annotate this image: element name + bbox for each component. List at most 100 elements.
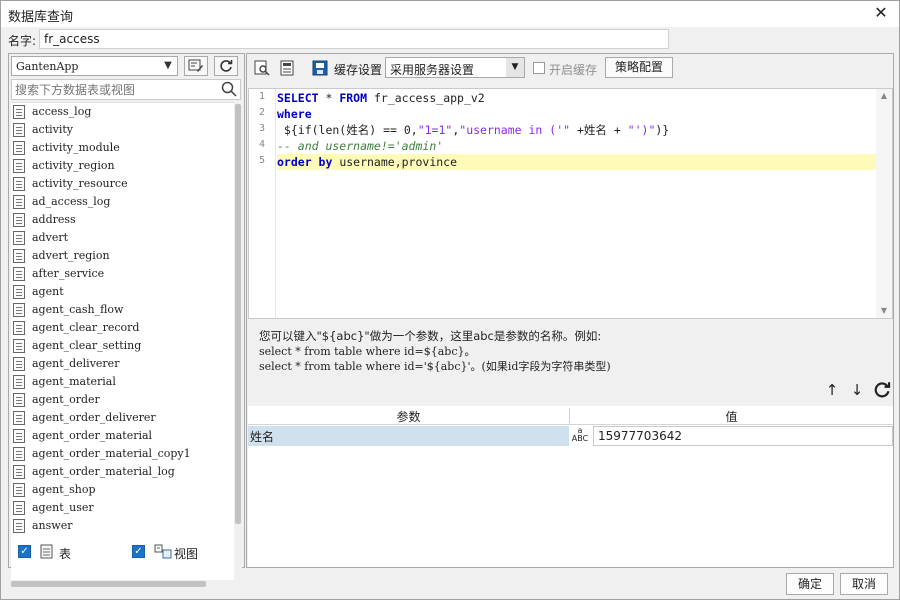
views-label: 视图 [174, 547, 199, 561]
table-list-item[interactable]: activity_region [11, 157, 241, 175]
table-list-item[interactable]: agent_shop [11, 481, 241, 499]
db-query-dialog: 数据库查询 ✕ 名字: fr_access GantenApp ▼ access… [0, 0, 900, 600]
table-list-item[interactable]: agent_order_material [11, 427, 241, 445]
table-list-item[interactable]: agent_user [11, 499, 241, 517]
table-list-item[interactable]: advert_region [11, 247, 241, 265]
parameter-table: 参数 值 姓名 a ABC 15977703642 [248, 406, 893, 567]
hscroll-thumb[interactable] [11, 581, 206, 587]
close-icon[interactable]: ✕ [871, 3, 891, 23]
table-icon [13, 141, 25, 155]
table-icon [13, 231, 25, 245]
parameter-row[interactable]: 姓名 a ABC 15977703642 [248, 426, 893, 446]
table-icon [13, 285, 25, 299]
text-type-icon[interactable]: a ABC [570, 427, 590, 445]
table-icon [13, 375, 25, 389]
line-number: 4 [258, 139, 265, 150]
table-icon [13, 519, 25, 533]
sql-line-1: SELECT * FROM fr_access_app_v2 [277, 91, 485, 105]
table-list-item[interactable]: activity_resource [11, 175, 241, 193]
edit-connection-button[interactable] [184, 56, 208, 76]
sql-editor[interactable]: 1 2 3 4 5 SELECT * FROM fr_access_app_v2… [248, 88, 893, 319]
title-bar: 数据库查询 ✕ [1, 1, 899, 27]
connection-select[interactable]: GantenApp ▼ [11, 56, 178, 76]
table-list-item[interactable]: address [11, 211, 241, 229]
enable-cache-checkbox[interactable] [533, 62, 545, 74]
table-list-item[interactable]: activity_module [11, 139, 241, 157]
table-list-item[interactable]: activity [11, 121, 241, 139]
scroll-down-icon[interactable]: ▼ [876, 304, 892, 318]
sql-line-5: order by username,province [277, 154, 877, 170]
sql-line-4: -- and username!='admin' [277, 139, 444, 153]
sql-file-icon[interactable] [279, 60, 295, 76]
table-search-input[interactable] [12, 80, 212, 99]
table-name: activity_resource [32, 177, 128, 190]
scroll-up-icon[interactable]: ▲ [876, 89, 892, 103]
editor-scrollbar[interactable]: ▲ ▼ [876, 89, 892, 318]
chevron-down-icon: ▼ [164, 60, 172, 71]
cancel-button[interactable]: 取消 [840, 573, 888, 595]
refresh-icon [220, 60, 233, 72]
name-input[interactable]: fr_access [39, 29, 669, 49]
table-list-item[interactable]: agent_material [11, 373, 241, 391]
ok-button[interactable]: 确定 [786, 573, 834, 595]
table-list-item[interactable]: agent_order_material_copy1 [11, 445, 241, 463]
chevron-down-icon: ▼ [506, 58, 524, 77]
help-line-1: 您可以键入"${abc}"做为一个参数，这里abc是参数的名称。例如: [259, 329, 602, 343]
scroll-thumb[interactable] [235, 104, 241, 524]
table-list-hscrollbar[interactable] [11, 580, 236, 588]
table-list-item[interactable]: access_log [11, 103, 241, 121]
table-name: agent_clear_setting [32, 339, 142, 352]
sql-panel: 缓存设置 采用服务器设置 ▼ 开启缓存 策略配置 1 2 3 4 5 SELEC… [246, 53, 894, 568]
table-list-item[interactable]: agent_clear_record [11, 319, 241, 337]
table-icon [40, 544, 53, 559]
refresh-params-icon[interactable] [873, 381, 891, 399]
table-icon [13, 429, 25, 443]
table-list-item[interactable]: agent_clear_setting [11, 337, 241, 355]
table-name: agent_deliverer [32, 357, 120, 370]
table-name: activity_module [32, 141, 120, 154]
table-list-item[interactable]: agent_order_material_log [11, 463, 241, 481]
table-icon [13, 195, 25, 209]
table-list-item[interactable]: agent [11, 283, 241, 301]
table-name: agent_order_material_log [32, 465, 175, 478]
table-list-item[interactable]: agent_order_deliverer [11, 409, 241, 427]
preview-icon[interactable] [254, 60, 270, 76]
param-value-input[interactable]: 15977703642 [593, 426, 893, 446]
show-tables-checkbox[interactable]: ✓ [18, 545, 31, 558]
table-list-item[interactable]: advert [11, 229, 241, 247]
table-list-scrollbar[interactable] [234, 102, 242, 580]
table-icon [13, 249, 25, 263]
table-name: agent_material [32, 375, 116, 388]
refresh-button[interactable] [214, 56, 238, 76]
table-list-item[interactable]: after_service [11, 265, 241, 283]
table-list-item[interactable]: answer [11, 517, 241, 535]
param-column-header: 参数 [396, 410, 421, 424]
strategy-config-button[interactable]: 策略配置 [605, 57, 673, 78]
table-name: access_log [32, 105, 92, 118]
table-icon [13, 339, 25, 353]
parameter-table-header: 参数 值 [248, 406, 893, 425]
sql-code[interactable]: SELECT * FROM fr_access_app_v2 where ${i… [277, 90, 877, 170]
table-search[interactable] [11, 79, 241, 100]
move-down-icon[interactable]: ↓ [848, 381, 866, 399]
table-name: agent [32, 285, 64, 298]
table-name: agent_order [32, 393, 100, 406]
dialog-title: 数据库查询 [8, 10, 74, 25]
table-name: answer [32, 519, 73, 532]
table-list-item[interactable]: agent_order [11, 391, 241, 409]
line-number: 3 [258, 123, 265, 134]
table-list-item[interactable]: agent_cash_flow [11, 301, 241, 319]
table-name: activity_region [32, 159, 115, 172]
table-list-item[interactable]: agent_deliverer [11, 355, 241, 373]
cache-mode-select[interactable]: 采用服务器设置 ▼ [385, 57, 525, 78]
table-name: agent_order_deliverer [32, 411, 156, 424]
show-views-checkbox[interactable]: ✓ [132, 545, 145, 558]
table-icon [13, 393, 25, 407]
line-number: 2 [258, 107, 265, 118]
param-name: 姓名 [248, 426, 569, 446]
table-list-item[interactable]: ad_access_log [11, 193, 241, 211]
table-icon [13, 357, 25, 371]
table-name: ad_access_log [32, 195, 111, 208]
move-up-icon[interactable]: ↑ [823, 381, 841, 399]
table-name: advert_region [32, 249, 110, 262]
